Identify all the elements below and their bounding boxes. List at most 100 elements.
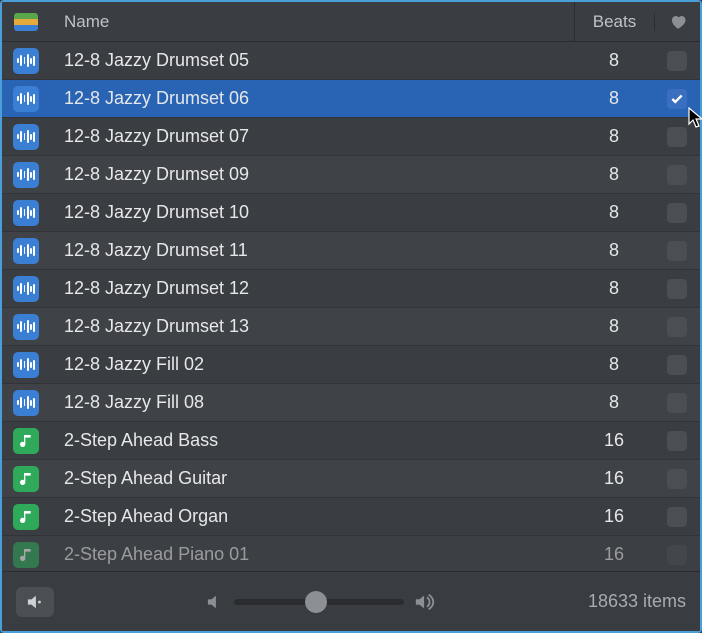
items-count: 18633 items	[588, 591, 686, 612]
table-row[interactable]: 12-8 Jazzy Fill 028	[2, 346, 700, 384]
row-favorite-cell	[654, 279, 700, 299]
favorite-checkbox[interactable]	[667, 507, 687, 527]
loop-browser-header: Name Beats	[2, 2, 700, 42]
table-row[interactable]: 12-8 Jazzy Drumset 068	[2, 80, 700, 118]
column-header-name[interactable]: Name	[50, 12, 574, 32]
waveform-icon	[17, 282, 35, 296]
favorite-checkbox[interactable]	[667, 469, 687, 489]
music-note-icon	[18, 547, 34, 563]
row-beats: 8	[574, 126, 654, 147]
table-row[interactable]: 12-8 Jazzy Drumset 058	[2, 42, 700, 80]
table-row[interactable]: 12-8 Jazzy Drumset 108	[2, 194, 700, 232]
row-name: 2-Step Ahead Organ	[50, 506, 574, 527]
row-beats: 8	[574, 240, 654, 261]
favorite-checkbox[interactable]	[667, 393, 687, 413]
row-type-cell	[2, 466, 50, 492]
favorite-checkbox[interactable]	[667, 127, 687, 147]
row-favorite-cell	[654, 203, 700, 223]
table-row[interactable]: 2-Step Ahead Guitar16	[2, 460, 700, 498]
table-row[interactable]: 12-8 Jazzy Fill 088	[2, 384, 700, 422]
audio-loop-icon	[13, 48, 39, 74]
row-name: 12-8 Jazzy Drumset 09	[50, 164, 574, 185]
table-row[interactable]: 12-8 Jazzy Drumset 098	[2, 156, 700, 194]
waveform-icon	[17, 54, 35, 68]
row-name: 12-8 Jazzy Drumset 11	[50, 240, 574, 261]
row-type-cell	[2, 314, 50, 340]
row-beats: 8	[574, 316, 654, 337]
row-favorite-cell	[654, 545, 700, 565]
audio-loop-icon	[13, 390, 39, 416]
audio-loop-icon	[13, 276, 39, 302]
audio-loop-icon	[13, 162, 39, 188]
column-header-type[interactable]	[2, 13, 50, 31]
volume-control	[54, 593, 588, 611]
row-beats: 8	[574, 202, 654, 223]
row-type-cell	[2, 86, 50, 112]
favorite-checkbox[interactable]	[667, 241, 687, 261]
row-favorite-cell	[654, 165, 700, 185]
row-favorite-cell	[654, 431, 700, 451]
preview-button[interactable]	[16, 587, 54, 617]
favorite-checkbox[interactable]	[667, 355, 687, 375]
row-favorite-cell	[654, 507, 700, 527]
row-name: 12-8 Jazzy Fill 08	[50, 392, 574, 413]
favorite-checkbox[interactable]	[667, 51, 687, 71]
row-beats: 16	[574, 430, 654, 451]
row-type-cell	[2, 200, 50, 226]
audio-loop-icon	[13, 238, 39, 264]
favorite-checkbox[interactable]	[667, 545, 687, 565]
table-row[interactable]: 12-8 Jazzy Drumset 118	[2, 232, 700, 270]
midi-loop-icon	[13, 542, 39, 568]
favorite-checkbox[interactable]	[667, 431, 687, 451]
row-name: 12-8 Jazzy Drumset 05	[50, 50, 574, 71]
row-beats: 16	[574, 544, 654, 565]
favorite-checkbox[interactable]	[667, 203, 687, 223]
row-name: 12-8 Jazzy Drumset 13	[50, 316, 574, 337]
speaker-icon	[26, 594, 44, 610]
row-beats: 16	[574, 506, 654, 527]
volume-high-icon	[414, 593, 436, 611]
favorite-checkbox[interactable]	[667, 279, 687, 299]
row-name: 2-Step Ahead Piano 01	[50, 544, 574, 565]
row-name: 12-8 Jazzy Drumset 10	[50, 202, 574, 223]
table-row[interactable]: 2-Step Ahead Organ16	[2, 498, 700, 536]
waveform-icon	[17, 320, 35, 334]
audio-loop-icon	[13, 86, 39, 112]
row-name: 2-Step Ahead Guitar	[50, 468, 574, 489]
row-favorite-cell	[654, 127, 700, 147]
favorite-checkbox[interactable]	[667, 317, 687, 337]
row-beats: 16	[574, 468, 654, 489]
table-row[interactable]: 12-8 Jazzy Drumset 078	[2, 118, 700, 156]
row-type-cell	[2, 48, 50, 74]
volume-low-icon	[206, 594, 224, 610]
row-type-cell	[2, 124, 50, 150]
row-beats: 8	[574, 354, 654, 375]
row-favorite-cell	[654, 469, 700, 489]
loop-list[interactable]: 12-8 Jazzy Drumset 05812-8 Jazzy Drumset…	[2, 42, 700, 570]
row-beats: 8	[574, 164, 654, 185]
row-favorite-cell	[654, 51, 700, 71]
favorite-checkbox[interactable]	[667, 165, 687, 185]
waveform-icon	[17, 168, 35, 182]
table-row[interactable]: 2-Step Ahead Bass16	[2, 422, 700, 460]
column-header-favorite[interactable]	[654, 13, 700, 31]
favorite-checkbox[interactable]	[667, 89, 687, 109]
music-note-icon	[18, 433, 34, 449]
table-row[interactable]: 2-Step Ahead Piano 0116	[2, 536, 700, 570]
volume-thumb[interactable]	[305, 591, 327, 613]
row-type-cell	[2, 162, 50, 188]
table-row[interactable]: 12-8 Jazzy Drumset 138	[2, 308, 700, 346]
music-note-icon	[18, 471, 34, 487]
row-beats: 8	[574, 50, 654, 71]
column-header-beats[interactable]: Beats	[574, 2, 654, 42]
waveform-icon	[17, 396, 35, 410]
waveform-icon	[17, 206, 35, 220]
row-name: 12-8 Jazzy Drumset 07	[50, 126, 574, 147]
row-beats: 8	[574, 392, 654, 413]
audio-loop-icon	[13, 352, 39, 378]
volume-slider[interactable]	[234, 599, 404, 605]
waveform-icon	[17, 92, 35, 106]
waveform-icon	[17, 358, 35, 372]
table-row[interactable]: 12-8 Jazzy Drumset 128	[2, 270, 700, 308]
row-name: 2-Step Ahead Bass	[50, 430, 574, 451]
